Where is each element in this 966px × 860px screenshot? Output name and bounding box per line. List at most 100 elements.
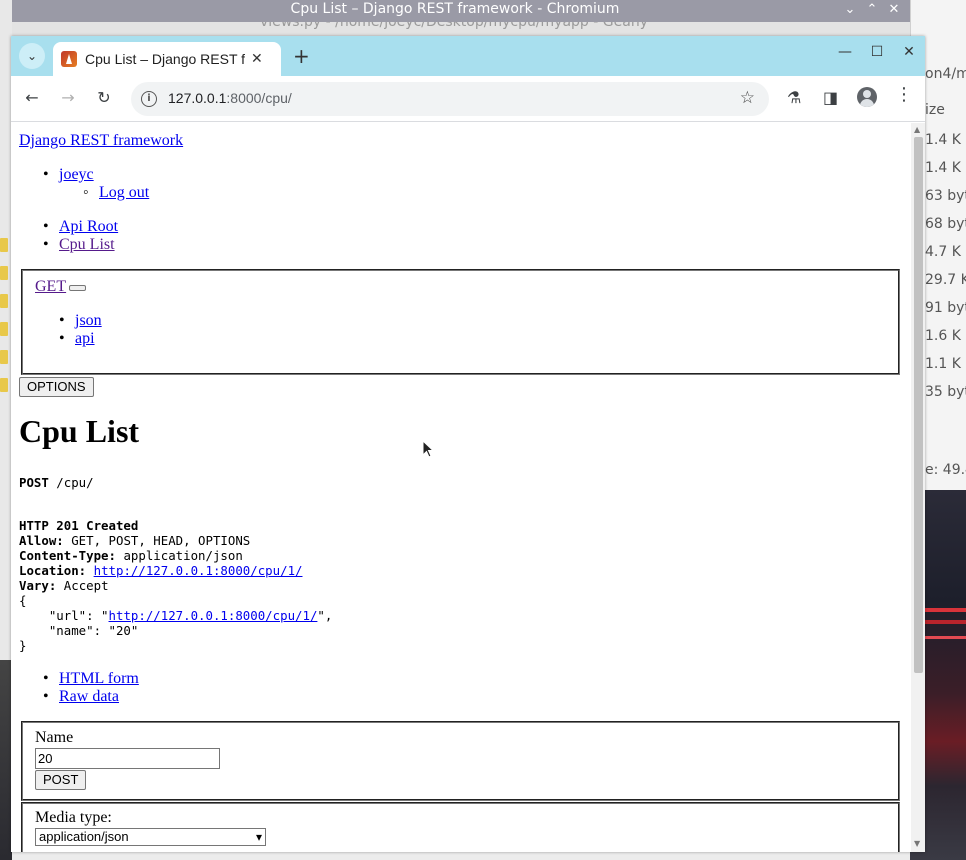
folder-icon <box>0 266 8 280</box>
new-tab-icon[interactable]: + <box>293 44 310 68</box>
header-key: Allow: <box>19 533 64 548</box>
file-size: 35 byt <box>925 384 966 400</box>
page-viewport: Django REST framework joeyc Log out Api … <box>11 123 911 852</box>
tab-active[interactable]: Cpu List – Django REST framework ✕ <box>53 42 281 76</box>
media-type-select[interactable]: application/json <box>35 828 266 846</box>
format-item: api <box>59 330 95 348</box>
close-icon[interactable]: ✕ <box>893 44 925 60</box>
json-key: "url": " <box>19 608 109 623</box>
forward-icon[interactable]: → <box>57 88 79 107</box>
format-dropdown-toggle[interactable] <box>69 285 86 291</box>
back-icon[interactable]: ← <box>21 88 43 107</box>
tab-search-icon[interactable]: ⌄ <box>19 43 45 69</box>
file-size: 63 byt <box>925 188 966 204</box>
format-json-link[interactable]: json <box>75 312 102 329</box>
location-link[interactable]: http://127.0.0.1:8000/cpu/1/ <box>94 563 303 578</box>
url-text[interactable]: 127.0.0.1:8000/cpu/ <box>168 90 292 106</box>
file-size: 4.7 K <box>925 244 961 260</box>
folder-icon <box>0 294 8 308</box>
menu-dots-icon[interactable]: ⋮ <box>895 86 913 104</box>
folder-icon <box>0 238 8 252</box>
json-brace: } <box>19 638 27 653</box>
folder-icon <box>0 350 8 364</box>
response-status: HTTP 201 Created <box>19 518 139 533</box>
name-label: Name <box>35 729 74 746</box>
scroll-thumb[interactable] <box>914 137 923 673</box>
user-menu-item: joeyc <box>43 166 94 184</box>
scroll-down-icon[interactable]: ▼ <box>914 839 920 848</box>
folder-icon <box>0 378 8 392</box>
logout-link[interactable]: Log out <box>99 184 149 201</box>
media-type-label: Media type: <box>35 809 112 826</box>
name-input[interactable] <box>35 748 220 769</box>
bookmark-star-icon[interactable]: ☆ <box>740 88 755 108</box>
post-button[interactable]: POST <box>35 770 87 790</box>
media-type-value: application/json <box>39 829 129 844</box>
header-key: Location: <box>19 563 87 578</box>
file-size: 68 byt <box>925 216 966 232</box>
tab-close-icon[interactable]: ✕ <box>251 51 263 67</box>
labs-flask-icon[interactable]: ⚗ <box>787 88 801 107</box>
tab-raw-data[interactable]: Raw data <box>59 688 119 705</box>
page-scrollbar[interactable]: ▲ ▼ <box>911 123 925 852</box>
file-size: 1.1 K <box>925 356 961 372</box>
brand-link[interactable]: Django REST framework <box>19 132 183 150</box>
breadcrumb-cpu-list[interactable]: Cpu List <box>59 236 115 253</box>
request-path: /cpu/ <box>48 475 94 490</box>
header-key: Vary: <box>19 578 57 593</box>
window-titlebar[interactable]: Cpu List – Django REST framework - Chrom… <box>0 0 910 22</box>
address-bar[interactable]: i 127.0.0.1:8000/cpu/ ☆ <box>131 82 769 116</box>
form-tab-item: Raw data <box>43 688 119 706</box>
column-header-size: ize <box>925 102 945 118</box>
reload-icon[interactable]: ↻ <box>93 88 115 107</box>
file-size: 1.4 K <box>925 160 961 176</box>
get-link[interactable]: GET <box>35 278 66 296</box>
file-size: on4/m <box>925 66 966 82</box>
get-format-fieldset <box>21 269 900 375</box>
side-panel-icon[interactable]: ◨ <box>823 88 838 107</box>
breadcrumb-api-root[interactable]: Api Root <box>59 218 118 235</box>
maximize-icon[interactable]: ⌃ <box>866 0 878 20</box>
header-value: Accept <box>56 578 109 593</box>
file-size: 1.4 K <box>925 132 961 148</box>
status-size: e: 49.4 <box>925 462 966 478</box>
browser-toolbar: ← → ↻ i 127.0.0.1:8000/cpu/ ☆ ⚗ ◨ ⋮ <box>11 76 925 122</box>
header-key: Content-Type: <box>19 548 116 563</box>
user-link[interactable]: joeyc <box>59 166 94 183</box>
file-size: 1.6 K <box>925 328 961 344</box>
tab-html-form[interactable]: HTML form <box>59 670 139 687</box>
scroll-up-icon[interactable]: ▲ <box>914 125 920 134</box>
header-value: application/json <box>115 548 243 563</box>
maximize-icon[interactable]: ☐ <box>861 44 893 60</box>
response-body: { "url": "http://127.0.0.1:8000/cpu/1/",… <box>19 593 332 653</box>
request-line: POST /cpu/ <box>19 475 94 490</box>
folder-icon <box>0 322 8 336</box>
request-method: POST <box>19 475 49 490</box>
minimize-icon[interactable]: — <box>829 44 861 60</box>
profile-avatar-icon[interactable] <box>857 87 877 107</box>
form-tab-item: HTML form <box>43 670 139 688</box>
file-size: 29.7 K <box>925 272 966 288</box>
close-icon[interactable]: ✕ <box>888 0 900 20</box>
header-value: GET, POST, HEAD, OPTIONS <box>63 533 251 548</box>
mouse-cursor-icon <box>422 440 434 458</box>
breadcrumb-item: Cpu List <box>43 236 115 254</box>
format-api-link[interactable]: api <box>75 330 95 347</box>
json-punct: ", <box>317 608 333 623</box>
tab-strip: ⌄ Cpu List – Django REST framework ✕ + —… <box>11 36 925 76</box>
breadcrumb-item: Api Root <box>43 218 118 236</box>
tab-title: Cpu List – Django REST framework <box>85 51 245 67</box>
window-title: Cpu List – Django REST framework - Chrom… <box>290 1 620 17</box>
body-url-link[interactable]: http://127.0.0.1:8000/cpu/1/ <box>109 608 318 623</box>
minimize-icon[interactable]: ⌄ <box>844 0 856 20</box>
json-name-line: "name": "20" <box>19 623 139 638</box>
options-button[interactable]: OPTIONS <box>19 377 94 397</box>
site-info-icon[interactable]: i <box>141 91 157 107</box>
response-headers: HTTP 201 Created Allow: GET, POST, HEAD,… <box>19 503 302 593</box>
format-item: json <box>59 312 102 330</box>
browser-window: ⌄ Cpu List – Django REST framework ✕ + —… <box>11 36 925 852</box>
json-brace: { <box>19 593 27 608</box>
page-title: Cpu List <box>19 413 140 449</box>
favicon-icon <box>61 51 77 67</box>
logout-item: Log out <box>83 184 149 202</box>
